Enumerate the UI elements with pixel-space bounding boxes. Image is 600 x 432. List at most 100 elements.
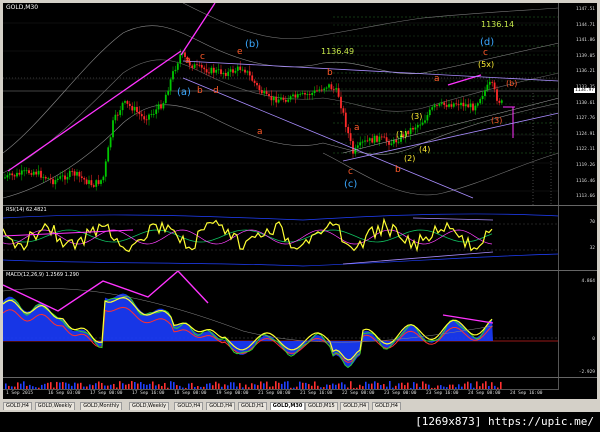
volume-bar (140, 382, 142, 389)
candle-body (421, 122, 424, 125)
price-axis-label: 1141.86 (576, 38, 595, 44)
chart-tab[interactable]: GOLD,Weekly (34, 402, 75, 410)
level-label-top: 1136.14 (481, 20, 514, 29)
rsi-pane[interactable]: RSI(14) 62.4821 (3, 206, 559, 270)
candle-body (263, 91, 266, 94)
candle-body (150, 114, 153, 115)
candle-body (32, 171, 35, 175)
candle-body (416, 124, 419, 128)
chart-tab[interactable]: GOLD,M15 (305, 402, 338, 410)
volume-bar (413, 382, 415, 389)
candle-body (169, 79, 172, 91)
wave-label: (4) (419, 145, 430, 154)
price-axis[interactable]: 1147.511144.711141.861139.051136.211133.… (558, 3, 597, 205)
volume-bar (422, 381, 424, 389)
price-chart[interactable]: 1136.141136.49(a)(b)(c)(d)a cbedabcabac(1… (3, 3, 559, 205)
time-axis-label: 19 Sep 00:00 (216, 391, 249, 396)
candle-body (121, 102, 124, 111)
time-axis[interactable]: 1 Sep 2015 16 Sep 03:00 17 Sep 00:00 17 Sep… (3, 389, 559, 399)
chart-tab[interactable]: GOLD,H4 (3, 402, 32, 410)
candle-body (20, 170, 23, 175)
candle-body (397, 141, 400, 143)
candle-body (450, 104, 453, 107)
candle-body (196, 64, 198, 66)
macd-chart[interactable] (3, 271, 559, 377)
candle-body (311, 92, 314, 96)
chart-tab[interactable]: GOLD,H4 (206, 402, 236, 410)
volume-bar (284, 381, 286, 389)
rsi-chart[interactable] (3, 206, 559, 270)
time-axis-label: 1 Sep 2015 (6, 391, 34, 396)
candle-body (282, 97, 285, 100)
candle-body (424, 120, 426, 123)
candle-body (112, 120, 114, 138)
candle-body (335, 88, 338, 90)
candle-body (280, 97, 282, 100)
wave-label: a (257, 127, 263, 137)
wave-label: (3) (491, 116, 502, 125)
candle-body (366, 140, 369, 142)
wave-label: b (395, 165, 401, 175)
candle-body (457, 104, 460, 106)
candle-body (428, 109, 431, 116)
candle-body (268, 93, 270, 97)
candle-body (469, 103, 472, 108)
candle-body (412, 127, 414, 130)
level-label-mid: 1136.49 (321, 47, 354, 56)
candle-body (212, 67, 215, 73)
volume-bar (17, 382, 19, 389)
macd-pane[interactable]: MACD(12,26,9) 1.2569 1.290 (3, 271, 559, 377)
chart-tab[interactable]: GOLD,Monthly (80, 402, 123, 410)
chart-tab[interactable]: GOLD,Weekly (129, 402, 170, 410)
candle-body (215, 69, 218, 73)
chart-tab[interactable]: GOLD,H4 (174, 402, 204, 410)
rsi-band (3, 213, 559, 221)
candle-body (414, 127, 417, 130)
wave-label: (b) (506, 79, 517, 88)
candle-body (407, 131, 410, 135)
chart-tab[interactable]: GOLD,H1 (238, 402, 267, 410)
candle-body (35, 171, 38, 175)
volume-pane[interactable] (3, 378, 559, 389)
chart-tab[interactable]: GOLD,H4 (340, 402, 370, 410)
candle-body (16, 172, 18, 177)
candle-body (28, 170, 30, 174)
chart-tab[interactable]: GOLD,M30 (269, 402, 306, 410)
wave-label: (3) (411, 112, 422, 121)
time-axis-label: 24 Sep 16:00 (510, 391, 543, 396)
candle-body (464, 104, 467, 107)
rsi-axis[interactable]: 70 32 (558, 206, 597, 270)
magenta-trendline (7, 50, 182, 172)
candle-body (385, 137, 388, 142)
price-pane[interactable]: 1136.14 1136.49 (a) (b) (c) (d) a c b e d a b c a b a c (1… (3, 3, 559, 205)
volume-bar (119, 381, 121, 389)
candle-body (80, 176, 83, 178)
volume-bar (299, 381, 301, 389)
candle-body (174, 69, 177, 72)
chart-window[interactable]: 1136.14 1136.49 (a) (b) (c) (d) a c b e d a b c a b a c (1… (3, 3, 597, 399)
candle-body (217, 69, 220, 71)
macd-title: MACD(12,26,9) 1.2569 1.290 (6, 272, 79, 278)
chart-tab[interactable]: GOLD,H4 (372, 402, 401, 410)
candle-body (167, 90, 170, 95)
candle-body (83, 177, 86, 180)
candle-body (100, 180, 102, 184)
envelope-curve (322, 152, 559, 196)
candle-body (452, 103, 455, 107)
candle-body (145, 119, 148, 121)
candle-body (383, 136, 386, 138)
macd-axis[interactable]: 4.864 0 -2.929 (558, 271, 597, 377)
candle-body (491, 81, 494, 83)
candle-body (390, 143, 393, 145)
volume-axis (558, 378, 597, 389)
candle-body (239, 66, 242, 70)
wave-label: (1) (396, 130, 407, 139)
candle-body (162, 103, 165, 109)
candle-body (253, 80, 256, 83)
candle-body (299, 93, 302, 95)
volume-bar (491, 382, 493, 389)
candle-body (438, 103, 441, 106)
volume-bar (62, 382, 64, 389)
candle-body (368, 138, 371, 141)
candle-body (248, 71, 251, 76)
